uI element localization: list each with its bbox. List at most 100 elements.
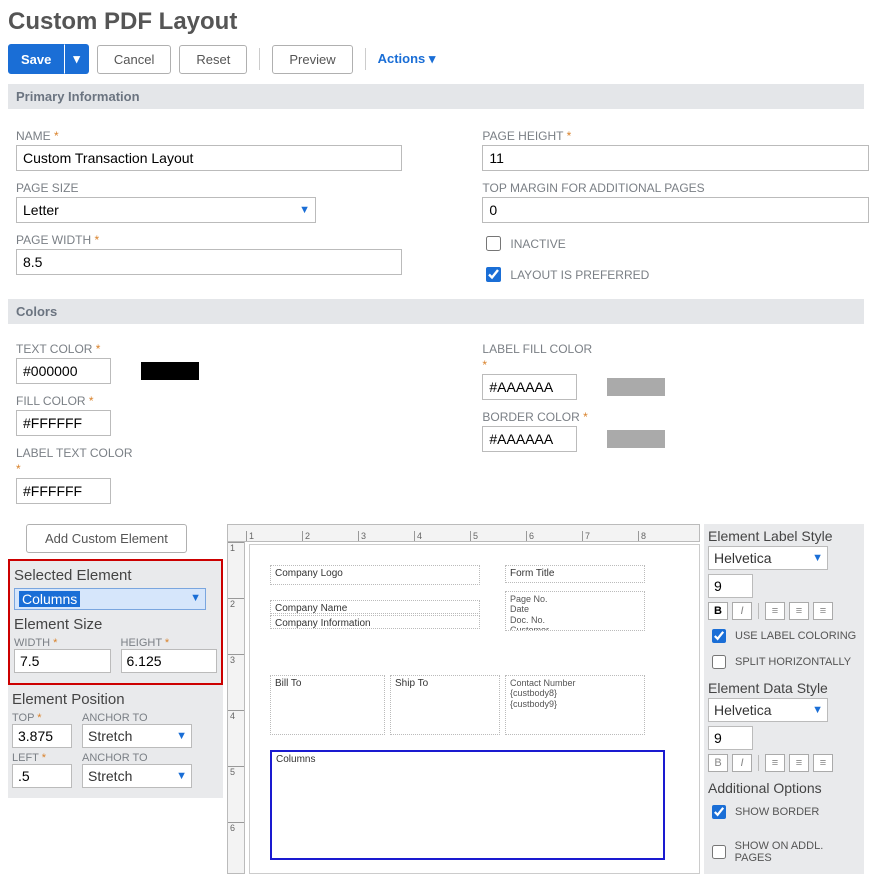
text-color-swatch[interactable]	[141, 362, 199, 380]
label-text-color-input[interactable]	[16, 478, 111, 504]
element-bill-to[interactable]: Bill To	[270, 675, 385, 735]
actions-menu[interactable]: Actions ▾	[378, 51, 436, 67]
element-page-no-block[interactable]: Page No. Date Doc. No. Customer Body Fie…	[505, 591, 645, 631]
chevron-down-icon: ▼	[812, 552, 823, 564]
top-input[interactable]	[12, 724, 72, 748]
anchor-top-select[interactable]: Stretch▼	[82, 724, 192, 748]
label-font-select[interactable]: Helvetica▼	[708, 546, 828, 570]
chevron-down-icon: ▼	[812, 704, 823, 716]
chevron-down-icon: ▼	[190, 592, 201, 604]
inactive-checkbox-row[interactable]: INACTIVE	[482, 233, 868, 254]
fill-color-input[interactable]	[16, 410, 111, 436]
page-surface[interactable]: Company Logo Form Title Company Name Com…	[249, 544, 700, 874]
element-ship-to[interactable]: Ship To	[390, 675, 500, 735]
element-company-logo[interactable]: Company Logo	[270, 565, 480, 585]
element-company-name[interactable]: Company Name	[270, 600, 480, 614]
data-format-row: B I ≡ ≡ ≡	[708, 754, 860, 772]
align-left-button[interactable]: ≡	[765, 754, 785, 772]
data-font-size-input[interactable]	[708, 726, 753, 750]
height-input[interactable]	[121, 649, 218, 673]
width-label: WIDTH	[14, 637, 111, 649]
show-addl-pages-checkbox[interactable]	[712, 845, 726, 859]
preferred-checkbox-row[interactable]: LAYOUT IS PREFERRED	[482, 264, 868, 285]
align-right-button[interactable]: ≡	[813, 754, 833, 772]
height-label: HEIGHT	[121, 637, 218, 649]
show-border-row[interactable]: SHOW BORDER	[708, 802, 860, 822]
preview-button[interactable]: Preview	[272, 45, 352, 74]
page-size-select[interactable]	[16, 197, 316, 223]
chevron-down-icon: ▾	[429, 51, 436, 66]
save-dropdown-button[interactable]: ▾	[64, 44, 89, 74]
inactive-checkbox[interactable]	[486, 236, 501, 251]
label-fill-color-input[interactable]	[482, 374, 577, 400]
use-label-coloring-checkbox[interactable]	[712, 629, 726, 643]
selected-element-select[interactable]: Columns ▼	[14, 588, 206, 610]
element-data-style-heading: Element Data Style	[708, 680, 860, 696]
name-input[interactable]	[16, 145, 402, 171]
border-color-swatch[interactable]	[607, 430, 665, 448]
page-width-label: PAGE WIDTH	[16, 233, 402, 247]
label-format-row: B I ≡ ≡ ≡	[708, 602, 860, 620]
fill-color-label: FILL COLOR	[16, 394, 402, 408]
align-center-button[interactable]: ≡	[789, 754, 809, 772]
toolbar: Save ▾ Cancel Reset Preview Actions ▾	[8, 44, 864, 74]
left-input[interactable]	[12, 764, 72, 788]
inactive-label: INACTIVE	[510, 237, 565, 251]
element-company-information[interactable]: Company Information	[270, 615, 480, 629]
element-contact-number[interactable]: Contact Number {custbody8} {custbody9}	[505, 675, 645, 735]
text-color-label: TEXT COLOR	[16, 342, 402, 356]
separator	[758, 755, 759, 771]
reset-button[interactable]: Reset	[179, 45, 247, 74]
bold-button[interactable]: B	[708, 602, 728, 620]
label-text-color-label: LABEL TEXT COLOR	[16, 446, 402, 460]
use-label-coloring-row[interactable]: USE LABEL COLORING	[708, 626, 860, 646]
anchor-left-select[interactable]: Stretch▼	[82, 764, 192, 788]
bold-button[interactable]: B	[708, 754, 728, 772]
preferred-checkbox[interactable]	[486, 267, 501, 282]
element-label-style-heading: Element Label Style	[708, 528, 860, 544]
toolbar-separator	[259, 48, 260, 70]
add-custom-element-button[interactable]: Add Custom Element	[26, 524, 187, 553]
element-form-title[interactable]: Form Title	[505, 565, 645, 583]
cancel-button[interactable]: Cancel	[97, 45, 171, 74]
name-label: NAME	[16, 129, 402, 143]
border-color-input[interactable]	[482, 426, 577, 452]
page-height-label: PAGE HEIGHT	[482, 129, 868, 143]
save-button[interactable]: Save	[8, 44, 64, 74]
toolbar-separator	[365, 48, 366, 70]
split-horizontally-checkbox[interactable]	[712, 655, 726, 669]
width-input[interactable]	[14, 649, 111, 673]
anchor-to-label: ANCHOR TO	[82, 712, 219, 724]
element-columns[interactable]: Columns	[270, 750, 665, 860]
page-title: Custom PDF Layout	[8, 8, 864, 36]
element-size-heading: Element Size	[14, 616, 217, 633]
top-margin-input[interactable]	[482, 197, 868, 223]
page-height-input[interactable]	[482, 145, 868, 171]
split-horizontally-row[interactable]: SPLIT HORIZONTALLY	[708, 652, 860, 672]
page-width-input[interactable]	[16, 249, 402, 275]
italic-button[interactable]: I	[732, 602, 752, 620]
section-colors: Colors	[8, 299, 864, 324]
align-right-button[interactable]: ≡	[813, 602, 833, 620]
layout-canvas[interactable]: 12345678 123456 Company Logo Form Title …	[227, 524, 700, 874]
italic-button[interactable]: I	[732, 754, 752, 772]
selected-element-box: Selected Element Columns ▼ Element Size …	[8, 559, 223, 685]
show-border-checkbox[interactable]	[712, 805, 726, 819]
data-font-select[interactable]: Helvetica▼	[708, 698, 828, 722]
label-fill-color-label: LABEL FILL COLOR	[482, 342, 868, 356]
align-left-button[interactable]: ≡	[765, 602, 785, 620]
element-position-heading: Element Position	[12, 691, 219, 708]
anchor-to-label: ANCHOR TO	[82, 752, 219, 764]
page-size-label: PAGE SIZE	[16, 181, 402, 195]
label-fill-color-swatch[interactable]	[607, 378, 665, 396]
align-center-button[interactable]: ≡	[789, 602, 809, 620]
chevron-down-icon: ▼	[176, 730, 187, 742]
ruler-vertical: 123456	[227, 542, 245, 874]
label-font-size-input[interactable]	[708, 574, 753, 598]
selected-element-heading: Selected Element	[14, 567, 217, 584]
top-label: TOP	[12, 712, 72, 724]
section-primary-information: Primary Information	[8, 84, 864, 109]
show-addl-pages-row[interactable]: SHOW ON ADDL. PAGES	[708, 840, 860, 864]
text-color-input[interactable]	[16, 358, 111, 384]
save-split-button[interactable]: Save ▾	[8, 44, 89, 74]
